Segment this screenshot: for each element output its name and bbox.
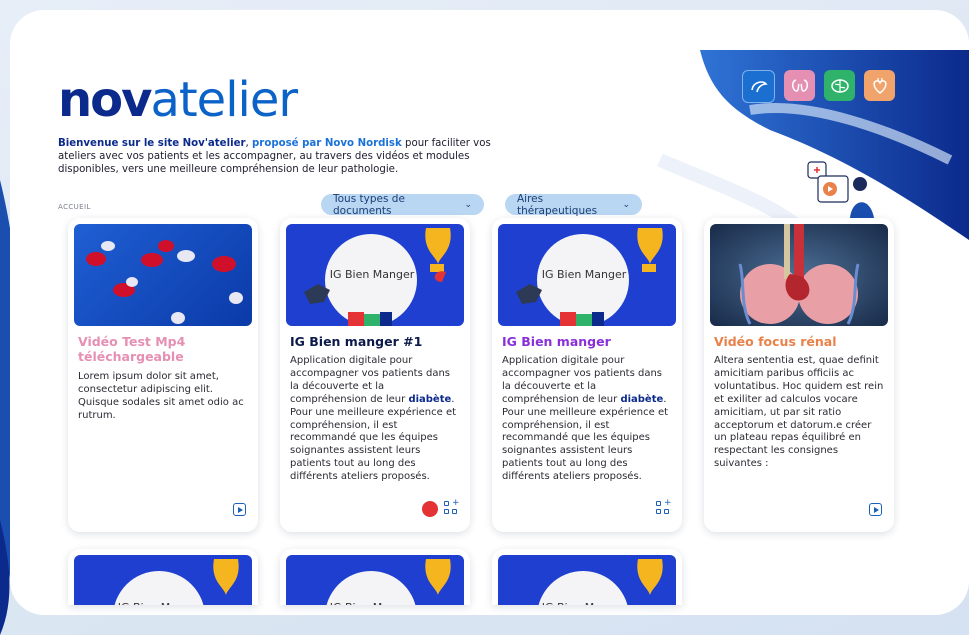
doctor-illustration: [807, 161, 874, 218]
brain-icon[interactable]: [824, 70, 855, 101]
thumbnail-label: IG Bien Manger: [542, 268, 627, 281]
pancreas-icon[interactable]: [742, 70, 775, 103]
thumbnail-label: IG Bien Manger: [330, 268, 415, 281]
content-card[interactable]: Vidéo focus rénal Altera sententia est, …: [704, 218, 894, 532]
module-thumbnail[interactable]: IG Bien Manger: [498, 224, 676, 326]
logo-text-atelier: atelier: [150, 72, 298, 128]
video-play-icon[interactable]: [869, 503, 882, 516]
intro-text: Bienvenue sur le site Nov'atelier, propo…: [58, 137, 508, 176]
ig-bien-manger-image: IG Bien Manger: [326, 559, 451, 605]
heart-icon[interactable]: [864, 70, 895, 101]
content-card[interactable]: IG Bien Manger IG Bien manger Applicatio…: [492, 218, 682, 532]
thumbnail-label: IG Bien Manger: [330, 601, 415, 605]
thumbnail-label: IG Bien Manger: [118, 601, 203, 605]
desc-bold: diabète: [408, 393, 452, 405]
video-play-icon[interactable]: [233, 503, 246, 516]
intro-novo-link[interactable]: proposé par Novo Nordisk: [252, 138, 402, 149]
desc-part: . Pour une meilleure expérience et compr…: [502, 393, 669, 483]
ig-bien-manger-image: IG Bien Manger: [538, 559, 663, 605]
desc-part: . Pour une meilleure expérience et compr…: [290, 393, 457, 483]
filter-doc-types-label: Tous types de documents: [333, 192, 405, 217]
module-thumbnail[interactable]: IG Bien Manger: [286, 555, 464, 605]
module-thumbnail[interactable]: IG Bien Manger: [498, 555, 676, 605]
add-module-icon[interactable]: +: [444, 498, 460, 515]
card-title[interactable]: IG Bien manger #1: [290, 334, 462, 349]
novatelier-logo[interactable]: nov atelier: [58, 72, 298, 128]
card-title[interactable]: Vidéo focus rénal: [714, 334, 886, 349]
ig-bien-manger-image: IG Bien Manger: [114, 559, 239, 605]
breadcrumb[interactable]: ACCUEIL: [58, 203, 91, 211]
content-card[interactable]: IG Bien Manger: [280, 549, 470, 605]
content-card[interactable]: IG Bien Manger IG Bien manger #1 Applica…: [280, 218, 470, 532]
therapy-area-icons: [742, 70, 895, 103]
module-thumbnail[interactable]: IG Bien Manger: [74, 555, 252, 605]
module-thumbnail[interactable]: IG Bien Manger: [286, 224, 464, 326]
content-card[interactable]: IG Bien Manger: [492, 549, 682, 605]
card-title[interactable]: IG Bien manger: [502, 334, 674, 349]
ig-bien-manger-image: IG Bien Manger: [304, 228, 451, 326]
thumbnail-label: IG Bien Manger: [542, 601, 627, 605]
kidney-icon[interactable]: [784, 70, 815, 101]
filter-areas[interactable]: Aires thérapeutiques ⌄: [505, 192, 642, 217]
blood-cells-image: [86, 240, 243, 324]
card-description: Altera sententia est, quae definit amici…: [714, 355, 884, 470]
ig-bien-manger-image: IG Bien Manger: [516, 228, 663, 326]
card-description: Lorem ipsum dolor sit amet, consectetur …: [78, 371, 244, 421]
card-description: Application digitale pour accompagner vo…: [502, 355, 674, 484]
chevron-down-icon: ⌄: [464, 199, 472, 210]
user-avatar[interactable]: [422, 501, 438, 517]
filter-doc-types[interactable]: Tous types de documents ⌄: [321, 192, 484, 217]
filter-areas-label: Aires thérapeutiques: [517, 192, 598, 217]
desc-bold: diabète: [620, 393, 664, 405]
intro-welcome: Bienvenue sur le site Nov'atelier: [58, 138, 246, 149]
chevron-down-icon: ⌄: [622, 199, 630, 210]
anatomy-image: [738, 224, 860, 325]
video-thumbnail[interactable]: [710, 224, 888, 326]
logo-text-nov: nov: [58, 72, 152, 128]
card-description: Application digitale pour accompagner vo…: [290, 355, 462, 484]
content-card[interactable]: Vidéo Test Mp4 téléchargeable Lorem ipsu…: [68, 218, 258, 532]
content-card[interactable]: IG Bien Manger: [68, 549, 258, 605]
video-thumbnail[interactable]: [74, 224, 252, 326]
add-module-icon[interactable]: +: [656, 498, 672, 515]
card-title[interactable]: Vidéo Test Mp4 téléchargeable: [78, 334, 250, 364]
